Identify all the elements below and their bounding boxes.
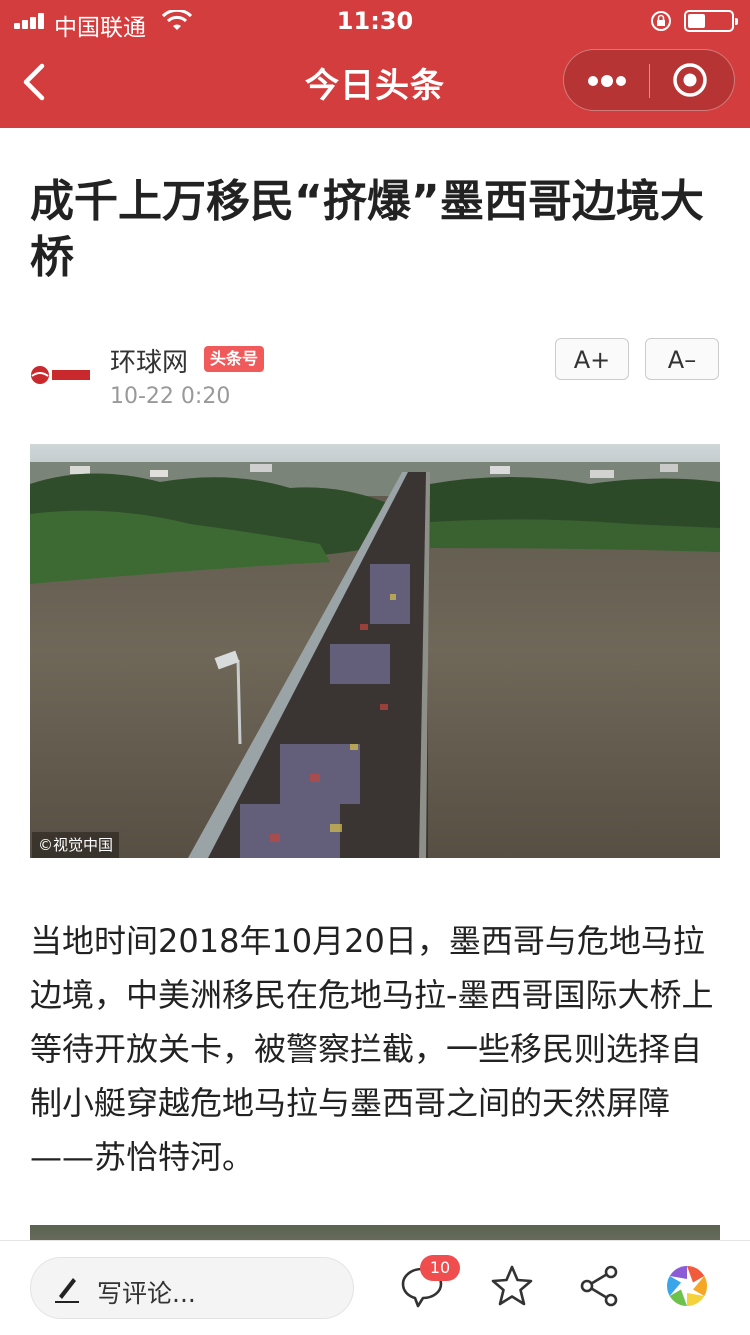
star-icon[interactable] — [489, 1263, 535, 1309]
clock: 11:30 — [336, 7, 414, 35]
comment-placeholder: 写评论... — [97, 1279, 196, 1308]
article-image[interactable] — [30, 444, 720, 858]
font-increase-button[interactable]: A+ — [555, 338, 629, 380]
comment-input[interactable]: 写评论... — [30, 1257, 354, 1319]
mini-program-capsule — [563, 49, 735, 111]
article-title: 成千上万移民“挤爆”墨西哥边境大桥 — [30, 176, 704, 283]
more-menu-icon[interactable] — [586, 70, 628, 92]
publish-time: 10-22 0:20 — [110, 384, 231, 409]
bottom-action-bar: 写评论... 10 — [0, 1240, 750, 1335]
source-logo — [31, 366, 92, 384]
font-decrease-button[interactable]: A– — [645, 338, 719, 380]
pen-icon — [55, 1278, 79, 1303]
orientation-lock-icon — [651, 11, 671, 31]
source-name[interactable]: 环球网 — [110, 342, 188, 379]
comment-count-badge: 10 — [420, 1255, 460, 1281]
image-watermark: ©视觉中国 — [32, 832, 120, 858]
battery-icon — [684, 10, 738, 32]
share-icon[interactable] — [577, 1263, 623, 1309]
moments-share-icon[interactable] — [664, 1263, 710, 1309]
top-bar: 中国联通 11:30 今日头条 — [0, 0, 750, 128]
article-paragraph: 当地时间2018年10月20日，墨西哥与危地马拉边境，中美洲移民在危地马拉-墨西… — [30, 922, 714, 1176]
source-badge: 头条号 — [204, 346, 264, 372]
status-bar: 中国联通 11:30 — [0, 0, 750, 42]
close-program-icon[interactable] — [672, 62, 708, 98]
